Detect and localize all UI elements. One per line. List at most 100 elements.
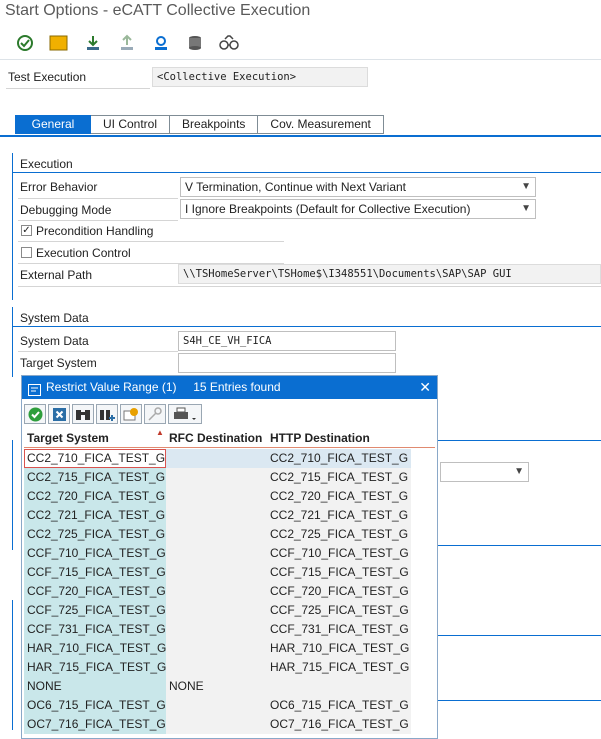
binoculars-add-icon[interactable] [96,404,118,424]
http-destination-cell: CC2_720_FICA_TEST_G [267,487,411,506]
tab-general[interactable]: General [15,115,91,134]
http-destination-cell: HAR_715_FICA_TEST_G [267,658,411,677]
main-toolbar [0,27,601,60]
table-row[interactable]: CCF_715_FICA_TEST_G CCF_715_FICA_TEST_G [24,563,411,582]
http-destination-cell: OC6_715_FICA_TEST_G [267,696,411,715]
http-destination-cell: CC2_715_FICA_TEST_G [267,468,411,487]
close-icon[interactable]: ✕ [419,376,431,399]
table-row[interactable]: CC2_715_FICA_TEST_G CC2_715_FICA_TEST_G [24,468,411,487]
test-execution-label: Test Execution [8,70,87,84]
external-path-label: External Path [20,268,93,282]
http-destination-cell: CCF_725_FICA_TEST_G [267,601,411,620]
target-system-cell: CCF_720_FICA_TEST_G [24,582,166,601]
http-destination-cell: CCF_715_FICA_TEST_G [267,563,411,582]
target-system-cell: CC2_720_FICA_TEST_G [24,487,166,506]
execution-group-line [13,172,601,173]
rfc-destination-cell: NONE [166,677,267,696]
http-destination-cell: OC7_716_FICA_TEST_G [267,715,411,734]
background-group-line [438,635,601,636]
external-path-field[interactable]: \\TSHomeServer\TSHome$\I348551\Documents… [178,264,601,284]
background-group-line [438,440,601,441]
rfc-destination-cell [166,601,267,620]
table-row[interactable]: CC2_721_FICA_TEST_G CC2_721_FICA_TEST_G [24,506,411,525]
table-row[interactable]: OC7_716_FICA_TEST_G OC7_716_FICA_TEST_G [24,715,411,734]
rfc-destination-cell [166,563,267,582]
settings-icon[interactable] [150,32,172,54]
table-row[interactable]: CCF_731_FICA_TEST_G CCF_731_FICA_TEST_G [24,620,411,639]
folder-icon[interactable] [48,32,70,54]
http-destination-cell: CCF_720_FICA_TEST_G [267,582,411,601]
execute-icon[interactable] [14,32,36,54]
http-destination-cell: CC2_721_FICA_TEST_G [267,506,411,525]
sort-indicator-icon: ▲ [156,428,164,437]
check-icon[interactable] [24,404,46,424]
tab-cov-measurement[interactable]: Cov. Measurement [258,115,384,134]
system-data-group-header: System Data [20,311,89,325]
target-system-cell: CCF_715_FICA_TEST_G [24,563,166,582]
chevron-down-icon: ▼ [514,466,524,477]
glasses-icon[interactable] [218,32,240,54]
http-destination-cell: CC2_710_FICA_TEST_G [267,449,411,468]
popup-window-icon [28,381,41,404]
table-row[interactable]: CCF_725_FICA_TEST_G CCF_725_FICA_TEST_G [24,601,411,620]
print-icon[interactable] [168,404,202,424]
table-row[interactable]: OC6_715_FICA_TEST_G OC6_715_FICA_TEST_G [24,696,411,715]
background-group-line [438,700,601,701]
target-system-cell: CC2_710_FICA_TEST_G [24,449,166,468]
column-header-target-system[interactable]: Target System [24,428,166,448]
rfc-destination-cell [166,658,267,677]
rfc-destination-cell [166,544,267,563]
test-execution-field[interactable]: <Collective Execution> [152,67,368,87]
rfc-destination-cell [166,696,267,715]
debugging-mode-dropdown[interactable]: I Ignore Breakpoints (Default for Collec… [180,199,536,219]
insert-icon[interactable] [120,404,142,424]
tab-ui-control[interactable]: UI Control [91,115,171,134]
upload-icon[interactable] [116,32,138,54]
target-system-cell: OC6_715_FICA_TEST_G [24,696,166,715]
rfc-destination-cell [166,582,267,601]
popup-title: Restrict Value Range (1) [46,380,177,394]
table-row[interactable]: CC2_710_FICA_TEST_G CC2_710_FICA_TEST_G [24,449,411,468]
rfc-destination-cell [166,449,267,468]
table-row[interactable]: CC2_720_FICA_TEST_G CC2_720_FICA_TEST_G [24,487,411,506]
precondition-handling-checkbox[interactable]: ✓ [21,225,32,236]
http-destination-cell: HAR_710_FICA_TEST_G [267,639,411,658]
target-system-cell: CC2_725_FICA_TEST_G [24,525,166,544]
table-row[interactable]: HAR_715_FICA_TEST_G HAR_715_FICA_TEST_G [24,658,411,677]
database-icon[interactable] [184,32,206,54]
hidden-dropdown[interactable]: ▼ [440,462,529,482]
error-behavior-label: Error Behavior [20,180,98,194]
chevron-down-icon: ▼ [521,203,531,214]
error-behavior-dropdown[interactable]: V Termination, Continue with Next Varian… [180,177,536,197]
column-header-http-destination[interactable]: HTTP Destination [267,428,411,448]
popup-title-bar: Restrict Value Range (1) 15 Entries foun… [22,376,437,399]
http-destination-cell: CCF_710_FICA_TEST_G [267,544,411,563]
binoculars-icon[interactable] [72,404,94,424]
rfc-destination-cell [166,525,267,544]
target-system-cell: HAR_715_FICA_TEST_G [24,658,166,677]
table-row[interactable]: HAR_710_FICA_TEST_G HAR_710_FICA_TEST_G [24,639,411,658]
tab-underline [0,135,601,137]
rfc-destination-cell [166,487,267,506]
debugging-mode-value: I Ignore Breakpoints (Default for Collec… [185,202,471,216]
popup-entries-found: 15 Entries found [193,380,281,394]
table-row[interactable]: CC2_725_FICA_TEST_G CC2_725_FICA_TEST_G [24,525,411,544]
table-row[interactable]: CCF_710_FICA_TEST_G CCF_710_FICA_TEST_G [24,544,411,563]
cancel-icon[interactable] [48,404,70,424]
download-icon[interactable] [82,32,104,54]
execution-control-label: Execution Control [36,246,131,260]
target-system-field[interactable] [178,353,396,373]
execution-group-header: Execution [20,157,73,171]
table-row[interactable]: NONE NONE [24,677,411,696]
rfc-destination-cell [166,506,267,525]
column-header-rfc-destination[interactable]: RFC Destination [166,428,267,448]
key-icon[interactable] [144,404,166,424]
table-row[interactable]: CCF_720_FICA_TEST_G CCF_720_FICA_TEST_G [24,582,411,601]
system-data-field[interactable]: S4H_CE_VH_FICA [178,331,396,351]
execution-control-checkbox[interactable] [21,247,32,258]
target-system-cell: HAR_710_FICA_TEST_G [24,639,166,658]
popup-toolbar [24,404,204,426]
error-behavior-value: V Termination, Continue with Next Varian… [185,180,406,194]
target-system-cell: CC2_715_FICA_TEST_G [24,468,166,487]
tab-breakpoints[interactable]: Breakpoints [170,115,259,134]
